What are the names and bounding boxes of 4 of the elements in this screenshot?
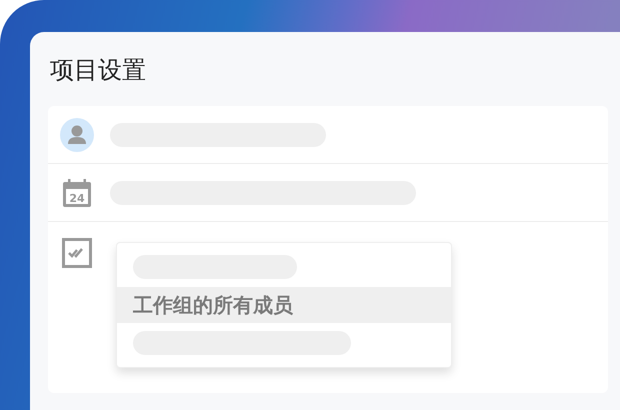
- avatar-icon: [60, 118, 94, 152]
- panel-title: 项目设置: [50, 55, 146, 86]
- dropdown-option[interactable]: 工作组的所有成员: [117, 287, 451, 323]
- checkbox-icon: [62, 238, 92, 268]
